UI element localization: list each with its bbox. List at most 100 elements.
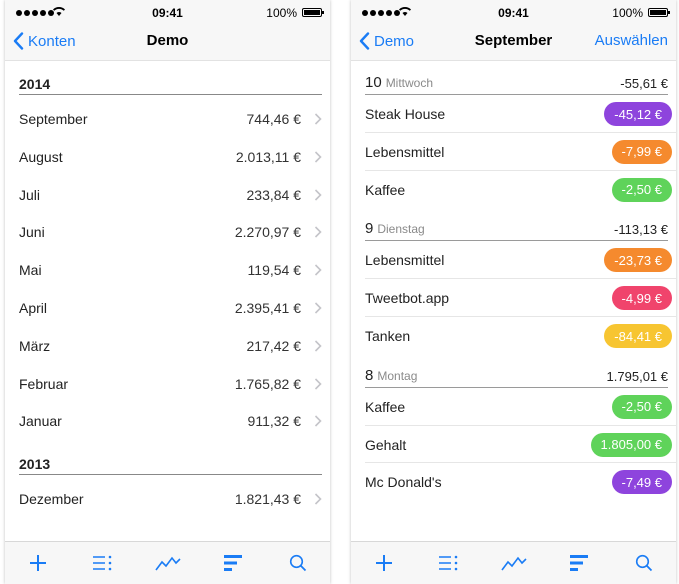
- month-row[interactable]: Februar 1.765,82 €: [19, 365, 330, 403]
- month-row[interactable]: Juli 233,84 €: [19, 176, 330, 214]
- day-total: -55,61 €: [620, 76, 668, 91]
- status-bar: 09:41 100%: [351, 0, 676, 26]
- list-icon: [92, 555, 111, 571]
- phone-left: 09:41 100% Konten Demo 2014 September 744,…: [5, 0, 330, 584]
- year-header: 2014: [19, 76, 322, 95]
- transaction-name: Tanken: [365, 328, 411, 344]
- month-name: Februar: [19, 375, 69, 392]
- list-icon: [438, 555, 457, 571]
- month-row[interactable]: Januar 911,32 €: [19, 402, 330, 440]
- chevron-right-icon: [314, 151, 322, 163]
- select-button[interactable]: Auswählen: [595, 32, 668, 49]
- tab-add[interactable]: [23, 548, 53, 578]
- chevron-right-icon: [314, 264, 322, 276]
- chevron-right-icon: [314, 226, 322, 238]
- back-label: Konten: [28, 32, 76, 50]
- transaction-name: Tweetbot.app: [365, 290, 450, 307]
- amount-badge: -2,50 €: [611, 177, 672, 202]
- tab-list[interactable]: [434, 548, 464, 578]
- day-number: 8: [365, 366, 374, 384]
- month-amount: 2.270,97 €: [234, 224, 301, 241]
- month-row[interactable]: Dezember 1.821,43 €: [19, 480, 330, 518]
- month-row[interactable]: März 217,42 €: [19, 327, 330, 365]
- month-amount: 2.013,11 €: [235, 148, 301, 165]
- tab-bars[interactable]: [218, 548, 248, 578]
- tab-chart[interactable]: [499, 548, 529, 578]
- tab-add[interactable]: [369, 548, 399, 578]
- month-name: Juli: [19, 186, 41, 203]
- amount-badge: -2,50 €: [611, 394, 672, 419]
- chevron-right-icon: [314, 189, 322, 201]
- month-name: Dezember: [19, 491, 84, 508]
- day-weekday: Montag: [377, 368, 418, 383]
- battery-percent: 100%: [266, 6, 297, 20]
- transaction-row[interactable]: Gehalt 1.805,00 €: [365, 426, 676, 464]
- tab-chart[interactable]: [153, 548, 183, 578]
- transaction-row[interactable]: Lebensmittel -7,99 €: [365, 133, 676, 171]
- tab-bars[interactable]: [564, 548, 594, 578]
- add-icon: [375, 555, 392, 571]
- day-total: -113,13 €: [614, 222, 668, 238]
- bars-icon: [223, 555, 242, 571]
- chevron-left-icon: [13, 32, 24, 50]
- chevron-left-icon: [359, 32, 370, 50]
- transaction-name: Lebensmittel: [365, 252, 445, 269]
- transaction-name: Kaffee: [365, 181, 406, 198]
- transaction-row[interactable]: Kaffee -2,50 €: [365, 388, 676, 426]
- month-row[interactable]: Mai 119,54 €: [19, 251, 330, 289]
- add-icon: [29, 555, 46, 571]
- month-row[interactable]: August 2.013,11 €: [19, 138, 330, 176]
- day-number: 10: [365, 74, 382, 91]
- day-header: 9 Dienstag -113,13 €: [365, 219, 668, 242]
- search-icon: [289, 554, 306, 572]
- month-list: 2014 September 744,46 € August 2.013,11 € Jul…: [5, 61, 330, 542]
- month-name: Mai: [19, 262, 42, 279]
- month-name: September: [19, 111, 88, 127]
- day-number: 9: [365, 220, 374, 238]
- amount-badge: 1.805,00 €: [590, 432, 672, 457]
- month-amount: 2.395,41 €: [234, 300, 301, 316]
- transaction-name: Steak House: [365, 106, 446, 122]
- chevron-right-icon: [314, 415, 322, 427]
- transaction-row[interactable]: Lebensmittel -23,73 €: [365, 241, 676, 279]
- back-button-demo[interactable]: Demo: [359, 30, 414, 52]
- month-row[interactable]: September 744,46 €: [19, 100, 330, 138]
- transaction-row[interactable]: Steak House -45,12 €: [365, 95, 676, 133]
- nav-bar: Konten Demo: [5, 26, 330, 61]
- transaction-row[interactable]: Mc Donald's -7,49 €: [365, 463, 676, 501]
- tab-search[interactable]: [629, 548, 659, 578]
- amount-badge: -4,99 €: [611, 286, 672, 311]
- back-button-konten[interactable]: Konten: [13, 30, 76, 52]
- amount-badge: -45,12 €: [604, 102, 672, 126]
- month-amount: 1.765,82 €: [234, 375, 301, 392]
- month-name: Juni: [19, 224, 45, 241]
- month-amount: 1.821,43 €: [234, 491, 301, 508]
- amount-badge: -23,73 €: [604, 248, 672, 273]
- transaction-row[interactable]: Tanken -84,41 €: [365, 317, 676, 355]
- transaction-row[interactable]: Tweetbot.app -4,99 €: [365, 279, 676, 317]
- tab-list[interactable]: [88, 548, 118, 578]
- chevron-right-icon: [314, 378, 322, 390]
- bars-icon: [569, 555, 588, 571]
- month-amount: 217,42 €: [246, 337, 302, 354]
- search-icon: [635, 554, 652, 572]
- amount-badge: -84,41 €: [604, 324, 672, 348]
- month-name: August: [19, 148, 63, 165]
- day-header: 10 Mittwoch -55,61 €: [365, 73, 668, 95]
- chevron-right-icon: [314, 302, 322, 314]
- day-header: 8 Montag 1.795,01 €: [365, 366, 668, 388]
- battery-icon: [648, 8, 670, 17]
- chart-line-icon: [500, 556, 527, 571]
- month-amount: 233,84 €: [246, 186, 302, 203]
- transaction-name: Gehalt: [365, 436, 407, 453]
- month-row[interactable]: Juni 2.270,97 €: [19, 213, 330, 251]
- back-label: Demo: [374, 32, 415, 50]
- chevron-right-icon: [314, 493, 322, 505]
- month-amount: 119,54 €: [247, 262, 301, 279]
- transaction-name: Kaffee: [365, 398, 406, 415]
- tab-search[interactable]: [283, 548, 313, 578]
- battery-icon: [302, 8, 324, 17]
- nav-bar: Demo September Auswählen: [351, 26, 676, 61]
- transaction-row[interactable]: Kaffee -2,50 €: [365, 171, 676, 209]
- month-row[interactable]: April 2.395,41 €: [19, 289, 330, 327]
